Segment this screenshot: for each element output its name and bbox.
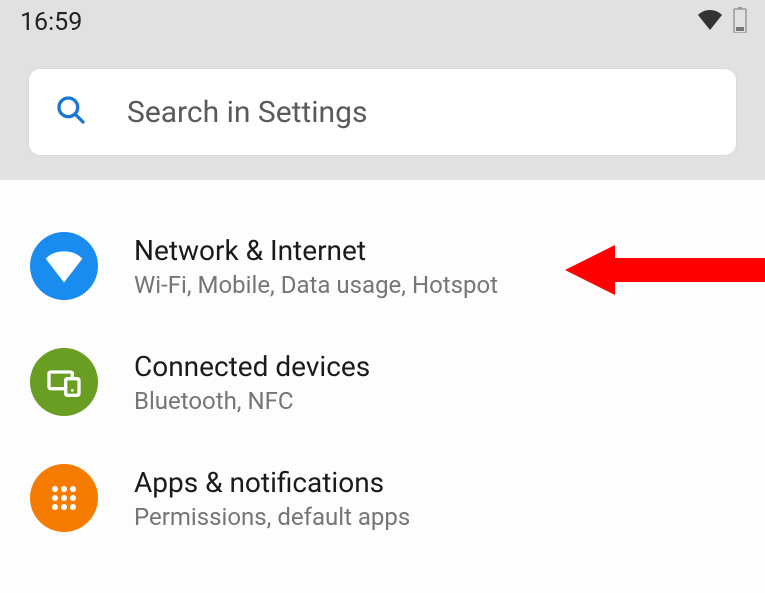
search-bar[interactable]: Search in Settings — [28, 68, 737, 156]
battery-status-icon — [733, 7, 747, 37]
search-section: Search in Settings — [0, 44, 765, 180]
item-title: Connected devices — [134, 350, 370, 383]
apps-grid-icon — [30, 464, 98, 532]
settings-item-connected[interactable]: Connected devices Bluetooth, NFC — [0, 324, 765, 440]
item-text: Apps & notifications Permissions, defaul… — [134, 466, 410, 531]
status-time: 16:59 — [20, 8, 82, 37]
wifi-status-icon — [697, 10, 723, 34]
item-title: Network & Internet — [134, 234, 498, 267]
search-placeholder: Search in Settings — [127, 95, 367, 130]
wifi-icon — [30, 232, 98, 300]
item-subtitle: Permissions, default apps — [134, 503, 410, 531]
devices-icon — [30, 348, 98, 416]
item-text: Network & Internet Wi-Fi, Mobile, Data u… — [134, 234, 498, 299]
status-icons — [697, 7, 747, 37]
settings-item-apps[interactable]: Apps & notifications Permissions, defaul… — [0, 440, 765, 556]
item-title: Apps & notifications — [134, 466, 410, 499]
arrow-annotation — [565, 240, 765, 304]
item-text: Connected devices Bluetooth, NFC — [134, 350, 370, 415]
search-icon — [55, 94, 87, 130]
settings-list: Network & Internet Wi-Fi, Mobile, Data u… — [0, 180, 765, 556]
item-subtitle: Bluetooth, NFC — [134, 387, 370, 415]
status-bar: 16:59 — [0, 0, 765, 44]
item-subtitle: Wi-Fi, Mobile, Data usage, Hotspot — [134, 271, 498, 299]
